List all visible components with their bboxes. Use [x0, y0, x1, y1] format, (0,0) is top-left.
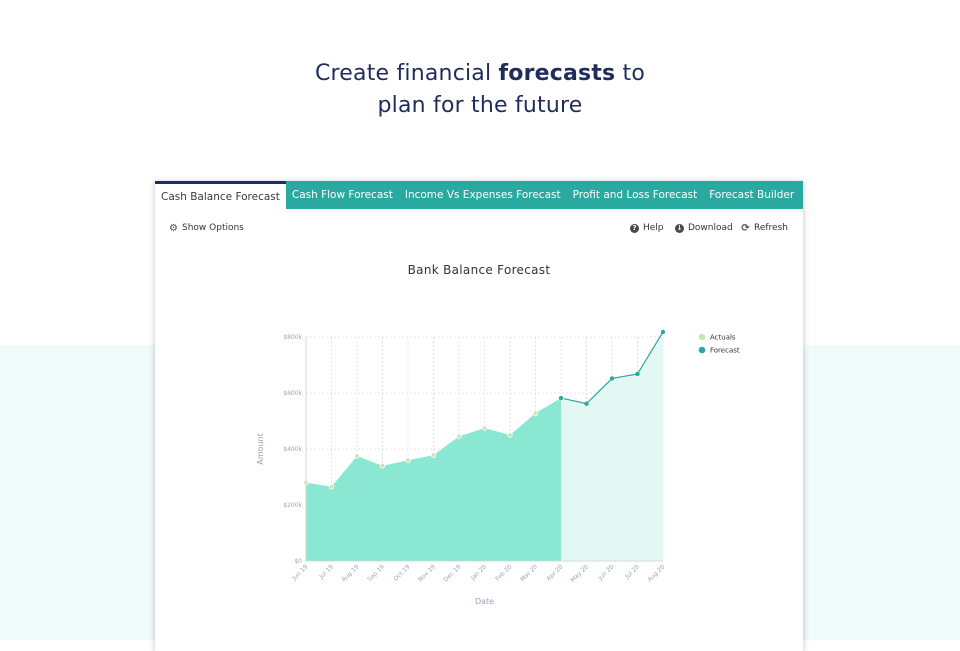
- x-tick-label: Mar 20: [519, 563, 539, 583]
- y-tick-label: $600k: [283, 390, 302, 397]
- actuals-point: [456, 433, 462, 440]
- headline-text: Create financial: [314, 61, 499, 86]
- legend-marker: [698, 333, 706, 341]
- actuals-point: [507, 432, 513, 438]
- x-tick-label: Dec 19: [443, 563, 463, 583]
- x-tick-label: Jul 20: [623, 563, 641, 581]
- actuals-point: [532, 410, 539, 416]
- x-tick-label: Jun 19: [290, 563, 309, 582]
- legend-marker: [698, 346, 706, 354]
- x-tick-label: Jun 20: [596, 563, 615, 582]
- y-tick-label: $0: [294, 558, 302, 565]
- x-tick-label: Sep 19: [366, 563, 386, 583]
- x-tick-label: Feb 20: [494, 563, 513, 582]
- x-tick-label: Oct 19: [392, 563, 411, 582]
- x-tick-label: Nov 19: [417, 563, 437, 583]
- forecast-point: [635, 371, 640, 377]
- x-tick-label: Aug 20: [646, 563, 666, 583]
- x-tick-label: Jul 19: [317, 563, 335, 581]
- legend-label: Forecast: [710, 347, 740, 355]
- x-tick-label: Jan 20: [469, 563, 488, 582]
- headline-line-1: Create financial forecasts to: [0, 58, 960, 90]
- headline-bold-text: forecasts: [498, 61, 616, 86]
- actuals-point: [328, 484, 335, 490]
- forecast-point: [584, 401, 589, 406]
- page-headline: Create financial forecasts to plan for t…: [0, 58, 960, 122]
- headline-line-2: plan for the future: [377, 93, 583, 118]
- y-tick-label: $200k: [283, 502, 302, 509]
- actuals-point: [379, 463, 386, 469]
- y-axis-label: Amount: [256, 433, 265, 464]
- headline-text-end: to: [615, 61, 646, 86]
- y-tick-label: $400k: [283, 446, 302, 453]
- x-tick-label: May 20: [569, 563, 590, 584]
- bank-balance-chart: $0 $200k $400k $600k $800k Jun 19 Jul 19 Aug 19…: [256, 329, 740, 606]
- forecast-point: [558, 395, 564, 401]
- actuals-point: [481, 425, 488, 431]
- app-window: Cash Balance Forecast Cash Flow Forecast…: [155, 181, 803, 651]
- actuals-point: [354, 453, 360, 459]
- y-tick-label: $800k: [283, 334, 302, 341]
- actuals-point: [430, 452, 437, 458]
- legend-label: Actuals: [710, 334, 736, 342]
- x-tick-label: Aug 19: [340, 563, 360, 583]
- x-axis-label: Date: [475, 597, 494, 606]
- forecast-point: [660, 329, 666, 335]
- forecast-point: [609, 376, 615, 381]
- actuals-point: [405, 457, 411, 463]
- x-tick-label: Apr 20: [545, 563, 564, 582]
